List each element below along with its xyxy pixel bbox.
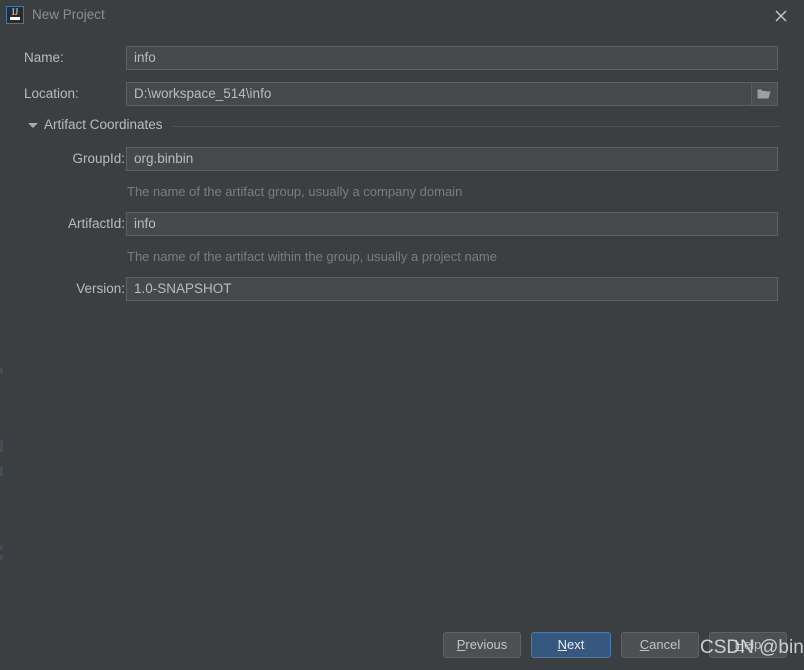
previous-button-label: Previous xyxy=(456,637,508,652)
groupid-input[interactable]: org.binbin xyxy=(126,147,778,171)
help-button[interactable]: Help xyxy=(709,632,787,658)
intellij-idea-icon: IJ xyxy=(6,6,24,24)
cancel-button[interactable]: Cancel xyxy=(621,632,699,658)
dialog-button-bar: Previous Next Cancel Help xyxy=(0,632,804,670)
artifact-coordinates-section[interactable]: Artifact Coordinates xyxy=(24,117,780,135)
folder-icon[interactable] xyxy=(751,83,777,105)
edge-artifact-1 xyxy=(0,368,3,374)
location-input[interactable]: D:\workspace_514\info xyxy=(126,82,778,106)
triangle-down-icon[interactable] xyxy=(28,123,38,128)
title-bar: IJ New Project xyxy=(0,0,804,29)
version-input[interactable]: 1.0-SNAPSHOT xyxy=(126,277,778,301)
next-button-label: Next xyxy=(557,637,585,652)
edge-artifact-5 xyxy=(0,555,3,560)
artifactid-input-value: info xyxy=(134,216,156,231)
location-label: Location: xyxy=(24,86,79,101)
cancel-button-label: Cancel xyxy=(639,637,681,652)
help-button-label: Help xyxy=(734,637,762,652)
next-button[interactable]: Next xyxy=(531,632,611,658)
artifactid-hint: The name of the artifact within the grou… xyxy=(127,249,497,264)
intellij-idea-icon-bar xyxy=(10,17,20,20)
name-input[interactable]: info xyxy=(126,46,778,70)
location-input-value: D:\workspace_514\info xyxy=(134,86,272,101)
close-icon[interactable] xyxy=(772,7,790,25)
previous-button[interactable]: Previous xyxy=(443,632,521,658)
edge-artifact-2 xyxy=(0,440,3,452)
artifactid-label: ArtifactId: xyxy=(67,216,125,231)
groupid-input-value: org.binbin xyxy=(134,151,194,166)
version-input-value: 1.0-SNAPSHOT xyxy=(134,281,232,296)
artifactid-input[interactable]: info xyxy=(126,212,778,236)
groupid-hint: The name of the artifact group, usually … xyxy=(127,184,463,199)
name-input-value: info xyxy=(134,50,156,65)
name-label: Name: xyxy=(24,50,64,65)
section-divider xyxy=(172,126,780,127)
groupid-label: GroupId: xyxy=(72,151,125,166)
edge-artifact-3 xyxy=(0,466,3,476)
edge-artifact-4 xyxy=(0,545,3,550)
window-title: New Project xyxy=(32,7,105,22)
version-label: Version: xyxy=(76,281,125,296)
artifact-coordinates-label: Artifact Coordinates xyxy=(44,117,163,132)
